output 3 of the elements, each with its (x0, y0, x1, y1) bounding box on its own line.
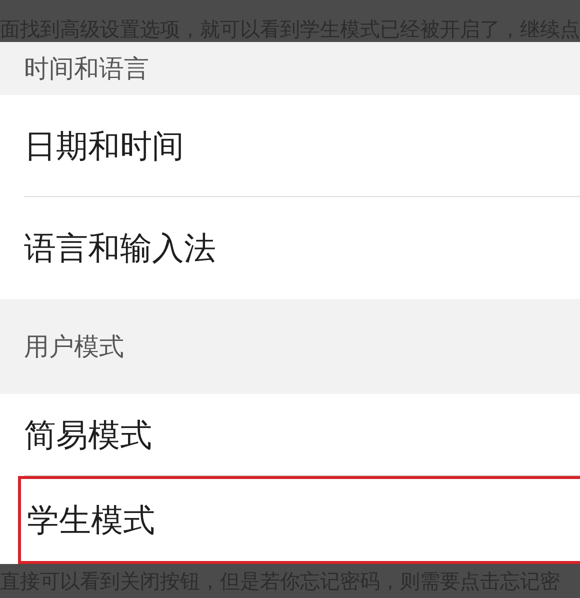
section-title: 时间和语言 (24, 52, 149, 85)
settings-item[interactable]: 学生模式 (18, 476, 580, 564)
section-title: 用户模式 (24, 330, 124, 363)
